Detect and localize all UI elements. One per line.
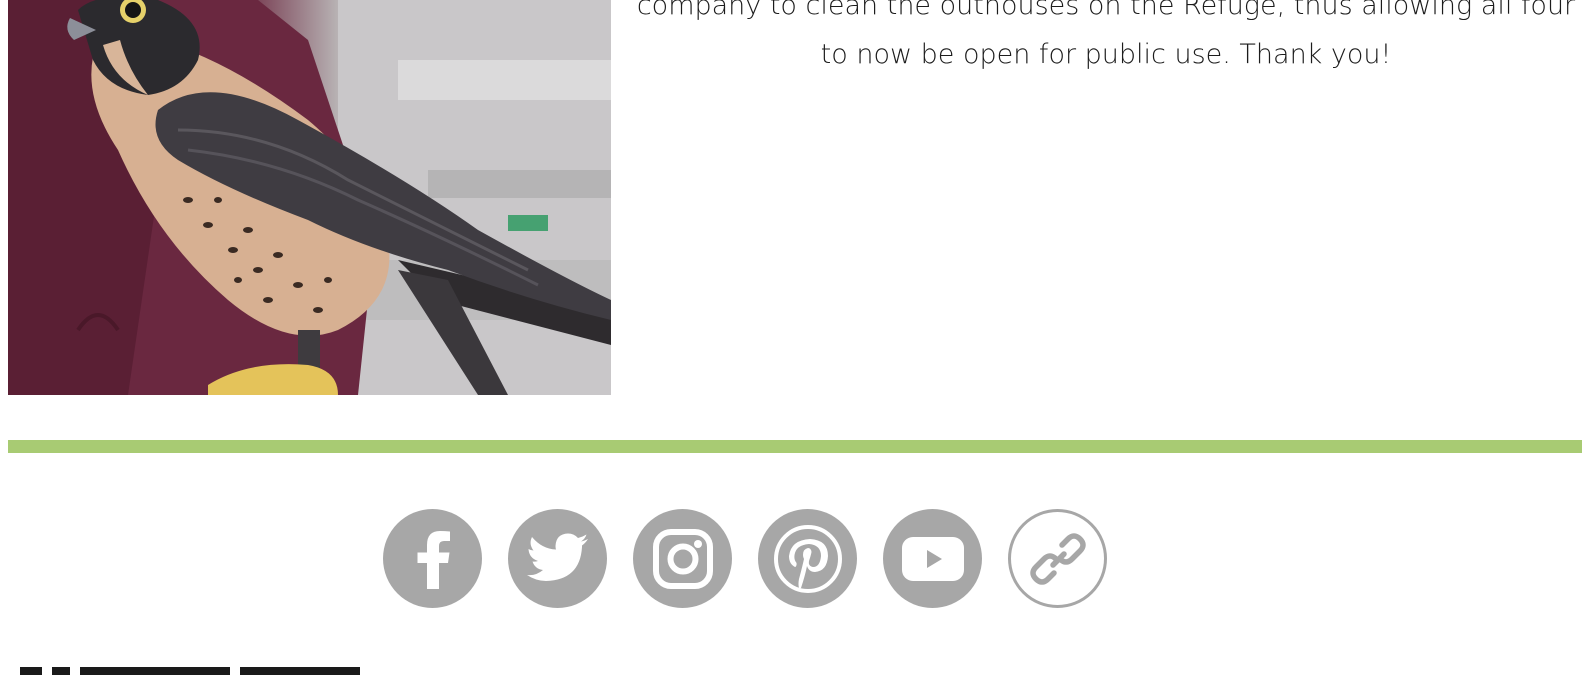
article-text: company to clean the outhouses on the Re…: [630, 0, 1582, 79]
youtube-button[interactable]: [883, 509, 982, 608]
facebook-icon: [417, 530, 450, 589]
falcon-photo: [8, 0, 611, 395]
footer-heading-cutoff: [20, 660, 400, 675]
youtube-icon: [901, 536, 964, 581]
twitter-button[interactable]: [508, 509, 607, 608]
article-line-2: to now be open for public use. Thank you…: [820, 39, 1392, 70]
pinterest-button[interactable]: [758, 509, 857, 608]
article-line-1: company to clean the outhouses on the Re…: [636, 0, 1576, 21]
website-link-button[interactable]: [1008, 509, 1107, 608]
instagram-icon: [652, 528, 713, 589]
instagram-button[interactable]: [633, 509, 732, 608]
twitter-icon: [526, 533, 588, 581]
section-divider: [8, 440, 1582, 453]
social-links: [383, 509, 1107, 609]
pinterest-icon: [773, 524, 842, 593]
facebook-button[interactable]: [383, 509, 482, 608]
link-icon: [1029, 532, 1086, 585]
